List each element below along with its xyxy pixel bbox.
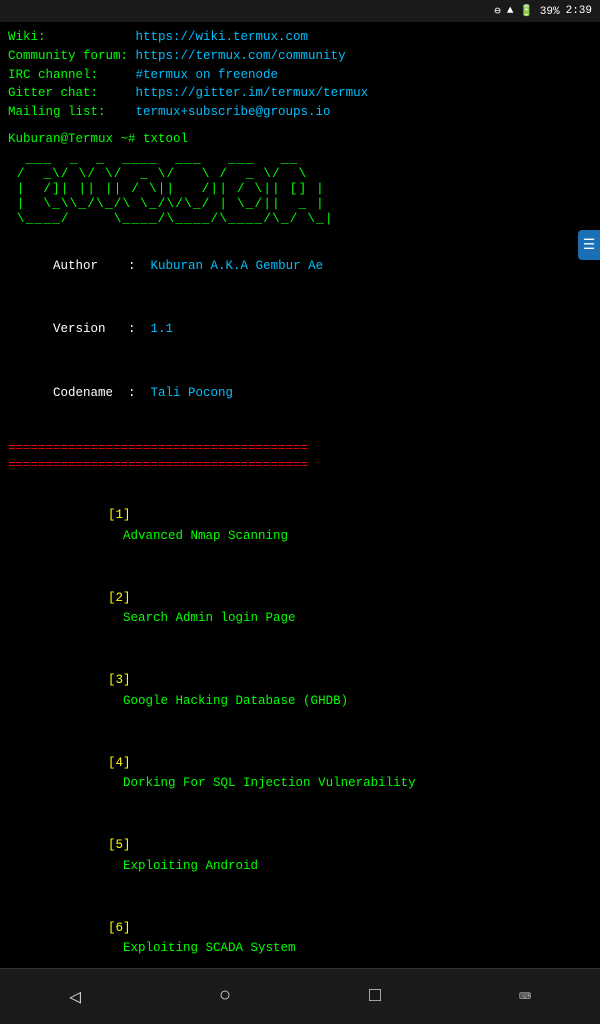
divider-top: ======================================== xyxy=(8,441,592,455)
logo-line-1: ___ _ _ ____ ___ ___ __ xyxy=(8,152,592,167)
version-line: Version : 1.1 xyxy=(8,298,592,362)
author-line: Author : Kuburan A.K.A Gembur Ae xyxy=(8,234,592,298)
side-button[interactable]: ☰ xyxy=(578,230,600,260)
main-menu: [1] Advanced Nmap Scanning [2] Search Ad… xyxy=(8,485,592,968)
initial-prompt: Kuburan@Termux ~# txtool xyxy=(8,132,592,146)
menu-icon: ☰ xyxy=(583,237,596,254)
battery-icon: 🔋 39% xyxy=(519,4,559,18)
status-bar: ⊖ ▲ 🔋 39% 2:39 xyxy=(0,0,600,22)
signal-icon: ▲ xyxy=(507,5,514,17)
logo-line-5: \____/ \____/\____/\____/\_/ \_| xyxy=(8,212,592,227)
info-gitter: Gitter chat: https://gitter.im/termux/te… xyxy=(8,84,592,103)
logo-line-4: | \_\\_/\_/\ \_/\/\_/ | \_/|| _ | xyxy=(8,197,592,212)
back-button[interactable]: ◁ xyxy=(69,984,81,1010)
menu-item-1: [1] Advanced Nmap Scanning xyxy=(8,485,592,568)
menu-item-6: [6] Exploiting SCADA System xyxy=(8,897,592,968)
home-button[interactable]: ○ xyxy=(219,985,231,1008)
time-display: 2:39 xyxy=(566,5,592,17)
ascii-logo: ___ _ _ ____ ___ ___ __ / _\/ \/ \/ _ \/… xyxy=(8,152,592,227)
info-irc: IRC channel: #termux on freenode xyxy=(8,66,592,85)
menu-item-3: [3] Google Hacking Database (GHDB) xyxy=(8,650,592,733)
nav-bar: ◁ ○ □ ⌨ xyxy=(0,968,600,1024)
info-mail: Mailing list: termux+subscribe@groups.io xyxy=(8,103,592,122)
terminal: Wiki: https://wiki.termux.com Community … xyxy=(0,22,600,968)
info-wiki: Wiki: https://wiki.termux.com xyxy=(8,28,592,47)
stop-icon: ⊖ xyxy=(494,4,501,18)
logo-line-2: / _\/ \/ \/ _ \/ \ / _ \/ \ xyxy=(8,167,592,182)
author-section: Author : Kuburan A.K.A Gembur Ae Version… xyxy=(8,234,592,425)
info-forum: Community forum: https://termux.com/comm… xyxy=(8,47,592,66)
keyboard-button[interactable]: ⌨ xyxy=(519,984,531,1010)
codename-line: Codename : Tali Pocong xyxy=(8,362,592,426)
menu-item-2: [2] Search Admin login Page xyxy=(8,567,592,650)
recents-button[interactable]: □ xyxy=(369,985,381,1008)
menu-item-4: [4] Dorking For SQL Injection Vulnerabil… xyxy=(8,732,592,815)
logo-line-3: | /]| || || / \|| /|| / \|| [] | xyxy=(8,182,592,197)
divider-bottom: ======================================== xyxy=(8,458,592,472)
menu-item-5: [5] Exploiting Android xyxy=(8,815,592,898)
